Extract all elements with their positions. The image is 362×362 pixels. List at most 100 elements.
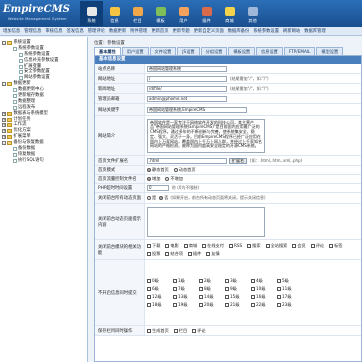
- menubar-link[interactable]: 管理信息: [24, 28, 41, 34]
- checkbox-option[interactable]: 下载: [147, 243, 160, 249]
- php-index-noadd[interactable]: 不增加: [165, 176, 183, 182]
- expand-icon[interactable]: +: [2, 123, 6, 128]
- checkbox-option[interactable]: 21级: [225, 302, 251, 308]
- checkbox-option[interactable]: 15级: [225, 294, 251, 300]
- checkbox-option[interactable]: 5级: [277, 278, 303, 284]
- checkbox-option[interactable]: 搜索: [247, 243, 261, 249]
- checkbox-option[interactable]: 22级: [251, 302, 277, 308]
- menubar-link[interactable]: 审核信息: [45, 28, 62, 34]
- settings-tab[interactable]: 基本属性: [94, 47, 121, 55]
- checkbox-option[interactable]: 投票: [147, 251, 160, 257]
- collapse-icon[interactable]: -: [2, 82, 6, 87]
- menubar-link[interactable]: 增加信息: [3, 28, 20, 34]
- checkbox-option[interactable]: 10级: [251, 286, 277, 292]
- checkbox-option[interactable]: 插件: [187, 251, 201, 257]
- expand-icon[interactable]: +: [2, 135, 6, 140]
- settings-tab[interactable]: 信息设置: [256, 47, 283, 55]
- tree-node-icon: [8, 153, 12, 157]
- php-max-input[interactable]: 0: [147, 185, 169, 191]
- main-content: 位置：参数设置 基本属性 用户设置 文件设置 JS设置 分组设置 模板设置 信息设置 FTP/…: [90, 37, 362, 362]
- checkbox-option[interactable]: RSS: [228, 243, 242, 248]
- checkbox-option[interactable]: 4级: [251, 278, 277, 284]
- settings-tab[interactable]: FTP/EMAIL: [283, 47, 316, 55]
- checkbox-option[interactable]: 2级: [199, 278, 225, 284]
- settings-tab[interactable]: JS设置: [177, 47, 200, 55]
- checkbox-option[interactable]: 全站搜索: [265, 243, 287, 249]
- checkbox-option[interactable]: 栏目: [173, 328, 187, 334]
- top-nav-item[interactable]: 用户: [172, 1, 195, 26]
- menubar-link[interactable]: 数据库管理: [304, 28, 325, 34]
- top-nav-item[interactable]: 插件: [195, 1, 218, 26]
- site-name-input[interactable]: 帝国网站管理系统: [147, 65, 227, 72]
- site-intro-textarea[interactable]: 帝国软件是一家专注于网络软件开发的科技公司，其主营产品"帝国网站管理系统(Emp…: [147, 118, 265, 153]
- expand-icon[interactable]: +: [2, 117, 6, 122]
- checkbox-option[interactable]: 12级: [147, 294, 173, 300]
- index-ext-input[interactable]: .html: [147, 157, 227, 164]
- checkbox-option[interactable]: 结合项: [165, 251, 183, 257]
- menubar-link[interactable]: 更新自定义页面: [194, 28, 224, 34]
- checkbox-option[interactable]: 会员: [292, 243, 306, 249]
- top-nav-item[interactable]: 栏目: [126, 1, 149, 26]
- settings-tab[interactable]: 模板设置: [228, 47, 256, 55]
- checkbox-option[interactable]: 14级: [199, 294, 225, 300]
- menubar-link[interactable]: 更新首页: [151, 28, 168, 34]
- settings-tab[interactable]: 文件设置: [149, 47, 177, 55]
- top-nav-item[interactable]: 模板: [149, 1, 172, 26]
- top-nav-label: 系统: [87, 18, 96, 23]
- menubar-link[interactable]: 数据更新: [109, 28, 126, 34]
- sidebar-tree-item[interactable]: 执行SQL语句: [2, 158, 85, 164]
- checkbox-option[interactable]: 0级: [147, 278, 173, 284]
- admin-email-input[interactable]: admin@phome.net: [147, 95, 227, 102]
- menubar-link[interactable]: 附件管理: [130, 28, 147, 34]
- menubar-link[interactable]: 更新专题: [173, 28, 190, 34]
- checkbox-option[interactable]: 17级: [277, 294, 303, 300]
- checkbox-option[interactable]: 7级: [173, 286, 199, 292]
- checkbox-option[interactable]: 23级: [277, 302, 303, 308]
- checkbox-option[interactable]: 生成首页: [147, 328, 169, 334]
- checkbox-option[interactable]: 评论: [310, 243, 324, 249]
- settings-tab[interactable]: 分组设置: [200, 47, 228, 55]
- checkbox-option[interactable]: 友情: [206, 251, 220, 257]
- top-nav-item[interactable]: 其他: [241, 1, 264, 26]
- menubar-link[interactable]: 签发信息: [67, 28, 84, 34]
- close-site-yes[interactable]: 是: [147, 195, 156, 201]
- php-index-add[interactable]: 增加: [147, 176, 160, 182]
- collapse-icon[interactable]: -: [2, 141, 6, 146]
- top-nav-item[interactable]: 系统: [80, 1, 103, 26]
- index-mode-dynamic[interactable]: 动态首页: [173, 167, 196, 173]
- checkbox-option[interactable]: 标签: [329, 243, 343, 249]
- site-url-input[interactable]: /: [147, 75, 227, 82]
- checkbox-option[interactable]: 11级: [277, 286, 303, 292]
- expand-icon[interactable]: +: [2, 129, 6, 134]
- menubar-link[interactable]: 系统参数设置: [253, 28, 279, 34]
- checkbox-option[interactable]: 20级: [199, 302, 225, 308]
- checkbox-option[interactable]: 电影: [165, 243, 179, 249]
- checkbox-option[interactable]: 13级: [173, 294, 199, 300]
- index-mode-static[interactable]: 静态首页: [147, 167, 169, 173]
- site-keywords-input[interactable]: 帝国网站管理系统,EmpireCMS: [147, 106, 247, 113]
- close-tip-textarea[interactable]: [147, 206, 265, 237]
- menubar-link[interactable]: 刷新网站: [283, 28, 300, 34]
- checkbox-option[interactable]: 商城: [183, 243, 197, 249]
- checkbox-option[interactable]: 评论: [192, 328, 206, 334]
- checkbox-option[interactable]: 9级: [225, 286, 251, 292]
- checkbox-option[interactable]: 16级: [251, 294, 277, 300]
- checkbox-option[interactable]: 1级: [173, 278, 199, 284]
- checkbox-option[interactable]: 19级: [173, 302, 199, 308]
- top-nav-item[interactable]: 信息: [103, 1, 126, 26]
- settings-tab[interactable]: 用户设置: [121, 47, 149, 55]
- expand-icon[interactable]: +: [2, 111, 6, 116]
- settings-tab[interactable]: 模型设置: [316, 47, 344, 55]
- menubar-link[interactable]: 管理评论: [88, 28, 105, 34]
- checkbox-option[interactable]: 18级: [147, 302, 173, 308]
- news-url-input[interactable]: /d/file/: [147, 85, 227, 92]
- checkbox-option[interactable]: 3级: [225, 278, 251, 284]
- menubar-link[interactable]: 数据库备份: [228, 28, 249, 34]
- checkbox-option[interactable]: 6级: [147, 286, 173, 292]
- index-ext-select[interactable]: 扩展名: [229, 157, 247, 164]
- checkbox-option[interactable]: 8级: [199, 286, 225, 292]
- top-nav-item[interactable]: 商城: [218, 1, 241, 26]
- checkbox-option[interactable]: 在线支付: [202, 243, 224, 249]
- close-site-no[interactable]: 否: [159, 195, 168, 201]
- collapse-icon[interactable]: -: [2, 40, 6, 45]
